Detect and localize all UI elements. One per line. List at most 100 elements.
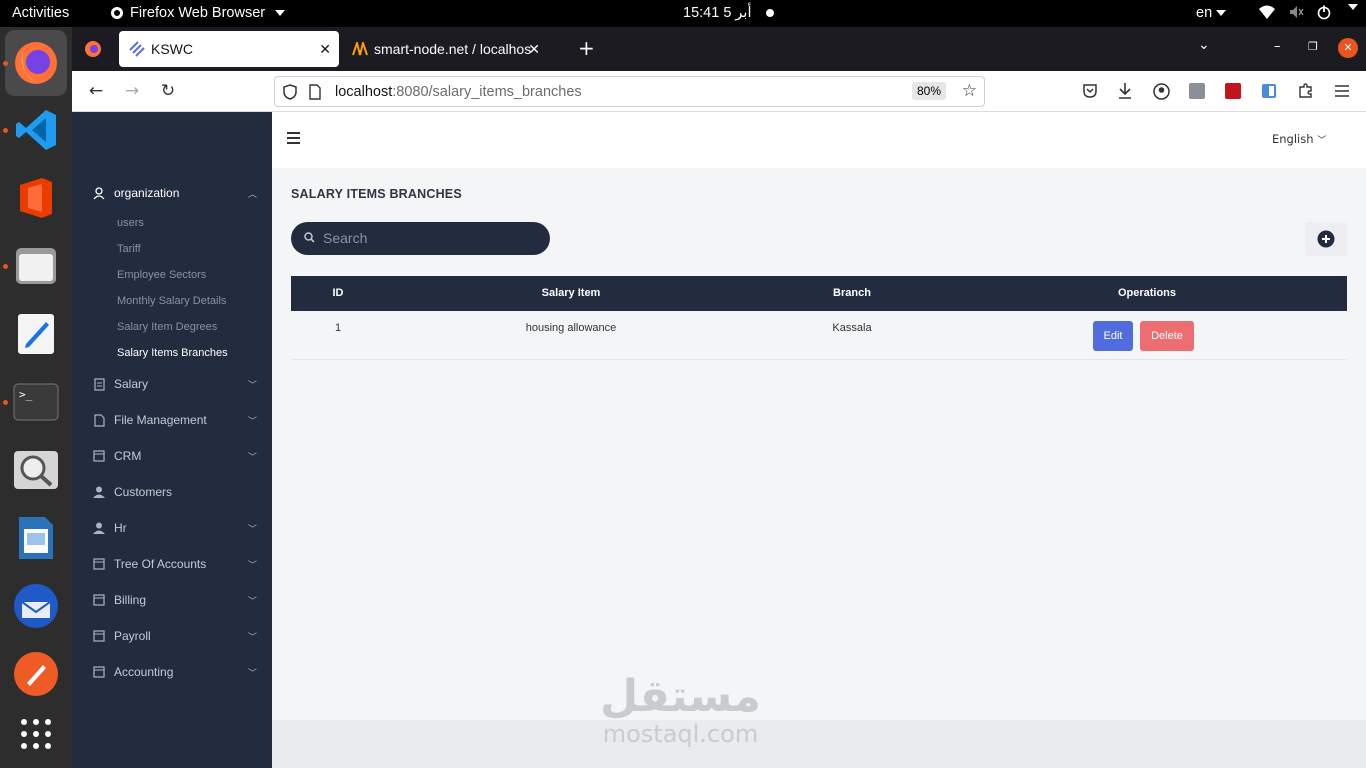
sidebar-item-payroll[interactable]: Payroll ﹀ <box>92 626 257 646</box>
sidebar-item-crm[interactable]: CRM ﹀ <box>92 446 257 466</box>
kswc-favicon-icon <box>129 41 145 57</box>
table-header: ID Salary Item Branch Operations <box>291 276 1347 311</box>
tab-title: KSWC <box>151 41 193 57</box>
extensions-puzzle-icon[interactable] <box>1297 82 1314 99</box>
building-icon <box>92 557 106 571</box>
clock-label: 15:41 أبر 5 <box>683 5 752 21</box>
input-language[interactable]: en <box>1196 5 1227 21</box>
shield-icon <box>283 84 297 100</box>
dock-image-viewer[interactable] <box>10 444 62 496</box>
close-tab-icon[interactable]: ✕ <box>319 41 331 58</box>
sidebar-item-customers[interactable]: Customers <box>92 482 257 502</box>
tab-smart-node[interactable]: smart-node.net / localhos ✕ <box>352 31 552 67</box>
chevron-down-icon: ﹀ <box>1317 136 1327 146</box>
data-table: ID Salary Item Branch Operations 1 housi… <box>291 276 1347 360</box>
phpmyadmin-favicon-icon <box>352 42 368 56</box>
dock-vscode[interactable] <box>10 104 62 156</box>
extension-avatar-icon[interactable] <box>1189 83 1205 99</box>
thunderbird-icon <box>14 584 58 628</box>
sidebar-subitem-tariff[interactable]: Tariff <box>117 243 141 255</box>
postman-icon <box>14 652 58 696</box>
chevron-down-icon: ﹀ <box>247 523 257 534</box>
url-bar[interactable]: localhost:8080/salary_items_branches 80%… <box>274 76 985 107</box>
sidebar-item-label: Tree Of Accounts <box>114 557 207 571</box>
wifi-icon <box>1259 5 1275 19</box>
tab-kswc[interactable]: KSWC ✕ <box>119 31 339 67</box>
chevron-down-icon <box>1348 4 1358 10</box>
dock-text-editor[interactable] <box>10 308 62 360</box>
bookmark-star-icon[interactable]: ☆ <box>962 81 977 101</box>
sidebar-subitem-salary-item-degrees[interactable]: Salary Item Degrees <box>117 321 217 333</box>
page-title: SALARY ITEMS BRANCHES <box>291 187 462 201</box>
dock-postman[interactable] <box>10 648 62 700</box>
downloads-icon[interactable] <box>1117 82 1133 100</box>
sidebar-item-label: File Management <box>114 413 207 427</box>
browser-nav-bar: ← → ↻ localhost:8080/salary_items_branch… <box>72 71 1366 112</box>
edit-button[interactable]: Edit <box>1093 321 1133 351</box>
search-input[interactable]: Search <box>291 222 550 255</box>
chevron-down-icon: ﹀ <box>247 379 257 390</box>
add-button[interactable] <box>1305 222 1347 256</box>
sidebar-item-label: Billing <box>114 593 147 607</box>
chevron-down-icon: ﹀ <box>247 595 257 606</box>
sidebar-item-label: Accounting <box>114 665 174 679</box>
restore-icon[interactable]: ❐ <box>1308 40 1318 53</box>
reload-icon[interactable]: ↻ <box>158 81 178 101</box>
pocket-icon[interactable] <box>1082 83 1098 99</box>
url-text[interactable]: localhost:8080/salary_items_branches <box>335 84 582 100</box>
dock-firefox[interactable] <box>5 30 67 96</box>
menu-toggle-icon[interactable] <box>287 132 300 147</box>
hamburger-menu-icon[interactable] <box>1334 84 1350 98</box>
dock-writer[interactable] <box>10 512 62 564</box>
document-icon <box>92 377 106 391</box>
notification-dot-icon <box>765 9 774 18</box>
system-status-area[interactable] <box>1258 4 1358 20</box>
sidebar-item-tree-of-accounts[interactable]: Tree Of Accounts ﹀ <box>92 554 257 574</box>
chevron-down-icon: ﹀ <box>247 451 257 462</box>
dock-terminal[interactable]: >_ <box>10 376 62 428</box>
reader-extension-icon[interactable] <box>1261 83 1277 99</box>
dock-office[interactable] <box>10 172 62 224</box>
sidebar-subitem-users[interactable]: users <box>117 217 144 229</box>
sidebar-item-file-management[interactable]: File Management ﹀ <box>92 410 257 430</box>
language-select[interactable]: English ﹀ <box>1272 132 1326 146</box>
table-row: 1 housing allowance Kassala Edit Delete <box>291 311 1347 360</box>
youtube-extension-icon[interactable] <box>1225 83 1241 99</box>
terminal-icon: >_ <box>13 383 59 421</box>
column-header-operations: Operations <box>1117 287 1177 299</box>
running-indicator <box>3 264 8 269</box>
sidebar-item-hr[interactable]: Hr ﹀ <box>92 518 257 538</box>
sidebar-item-salary[interactable]: Salary ﹀ <box>92 374 257 394</box>
delete-button[interactable]: Delete <box>1140 321 1194 351</box>
close-tab-icon[interactable]: ✕ <box>528 41 540 58</box>
sidebar-item-billing[interactable]: Billing ﹀ <box>92 590 257 610</box>
input-language-label: en <box>1196 5 1213 21</box>
sidebar-subitem-salary-items-branches[interactable]: Salary Items Branches <box>117 347 228 359</box>
back-icon[interactable]: ← <box>86 81 106 101</box>
sidebar-subitem-employee-sectors[interactable]: Employee Sectors <box>117 269 206 281</box>
app-menu[interactable]: Firefox Web Browser <box>110 5 286 21</box>
new-tab-icon[interactable]: + <box>578 36 595 60</box>
minimize-icon[interactable]: – <box>1274 39 1281 54</box>
list-tabs-icon[interactable]: ⌄ <box>1198 37 1210 53</box>
volume-icon <box>1290 6 1304 18</box>
show-apps-button[interactable] <box>10 708 62 760</box>
zoom-indicator[interactable]: 80% <box>911 82 946 100</box>
building-icon <box>92 449 106 463</box>
sidebar-item-organization[interactable]: organization ︿ <box>92 183 257 203</box>
sidebar-subitem-monthly-salary-details[interactable]: Monthly Salary Details <box>117 295 226 307</box>
dock-files[interactable] <box>10 240 62 292</box>
search-icon <box>304 232 315 243</box>
account-icon[interactable] <box>1153 83 1170 100</box>
building-icon <box>92 629 106 643</box>
dock-thunderbird[interactable] <box>10 580 62 632</box>
close-window-icon[interactable]: ✕ <box>1338 38 1358 58</box>
firefox-view-icon[interactable] <box>84 40 102 58</box>
running-indicator <box>3 400 8 405</box>
forward-icon[interactable]: → <box>122 81 142 101</box>
building-icon <box>92 665 106 679</box>
clock[interactable]: 15:41 أبر 5 <box>683 5 774 21</box>
sidebar-item-accounting[interactable]: Accounting ﹀ <box>92 662 257 682</box>
cell-salary-item: housing allowance <box>525 322 617 334</box>
activities-button[interactable]: Activities <box>12 5 69 21</box>
